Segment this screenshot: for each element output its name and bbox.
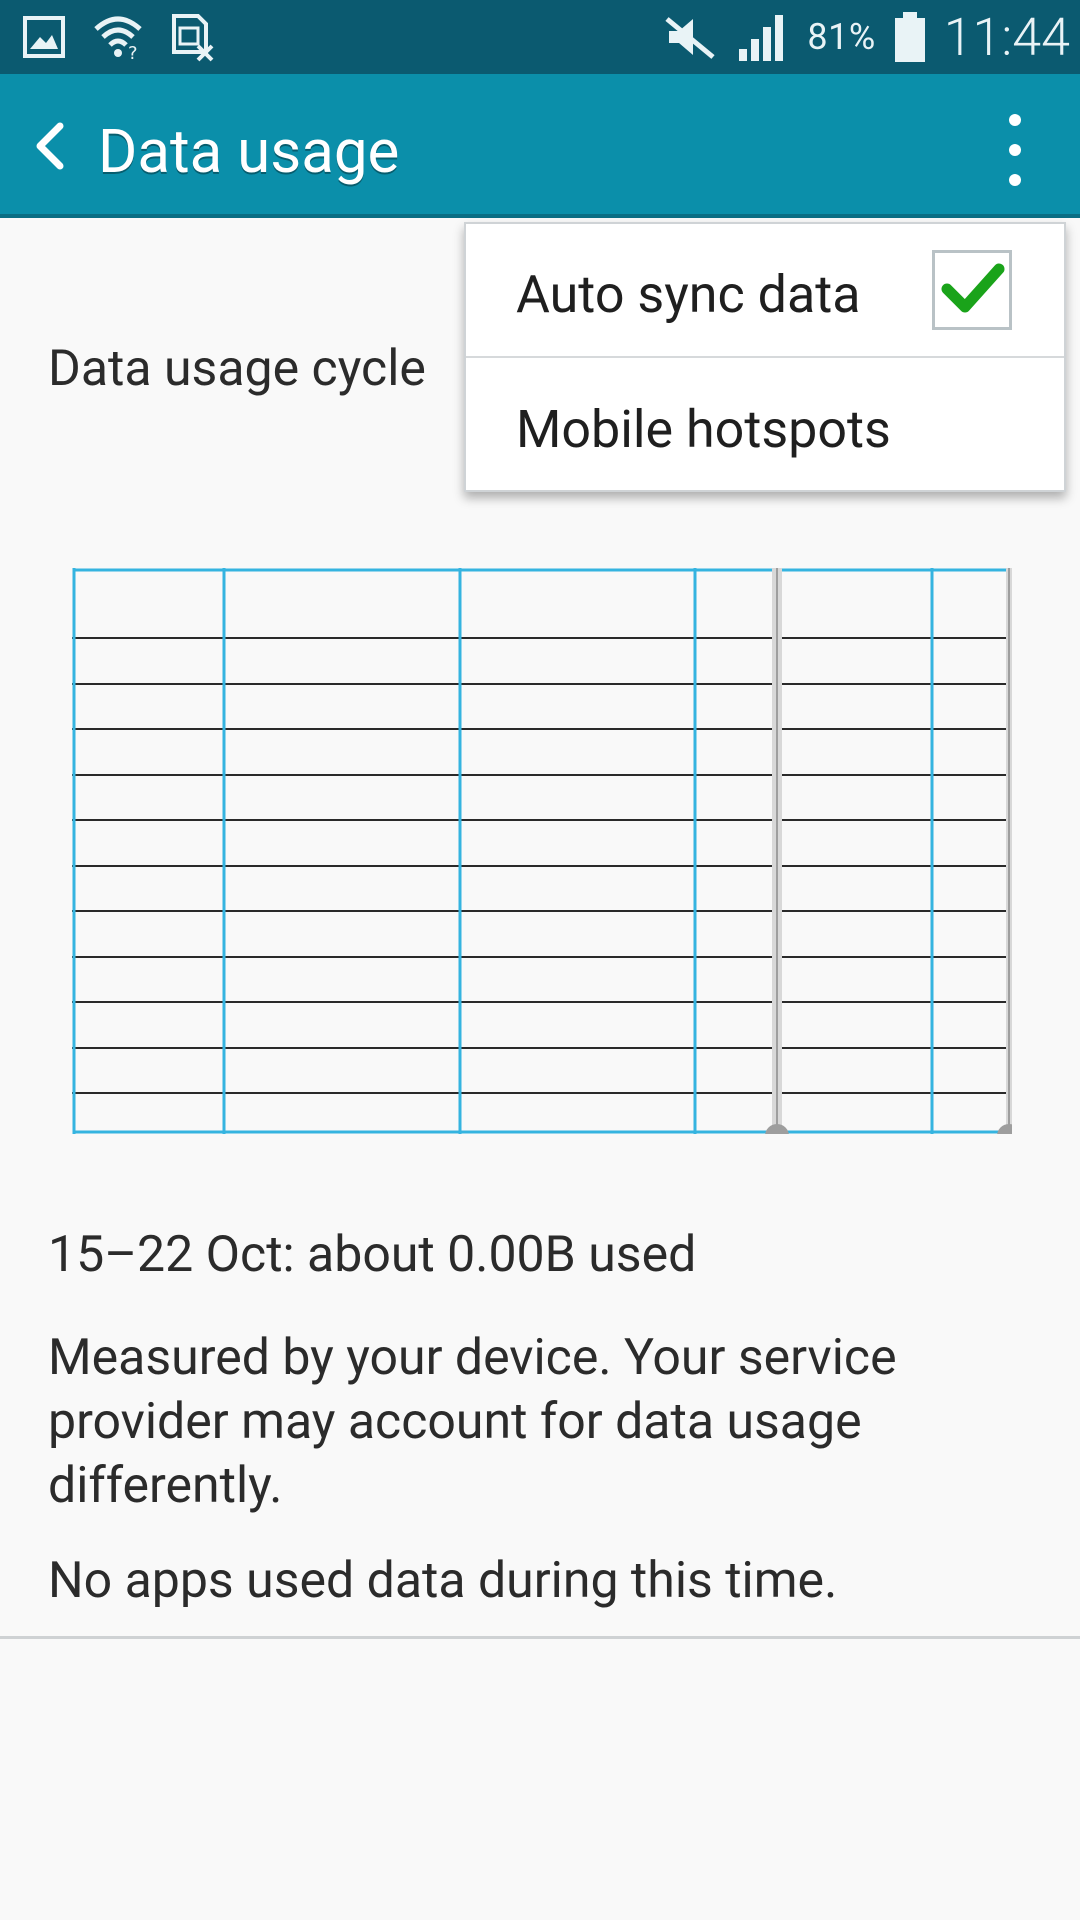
menu-item-mobile-hotspots[interactable]: Mobile hotspots (466, 359, 1064, 493)
gallery-icon (23, 16, 65, 58)
wifi-question-icon: ? (94, 16, 142, 61)
no-apps-text: No apps used data during this time. (48, 1552, 838, 1610)
status-bar: ? 81% 11:44 (0, 0, 1080, 74)
cycle-start-handle[interactable] (765, 568, 789, 1134)
divider (0, 1636, 1080, 1639)
overflow-menu-icon[interactable] (1000, 110, 1030, 190)
battery-percent: 81% (807, 16, 876, 58)
overflow-menu: Auto sync data Mobile hotspots (464, 222, 1066, 492)
chart-vertical-grid (72, 568, 934, 1134)
usage-summary: 15–22 Oct: about 0.00B used (48, 1226, 697, 1284)
no-sim-icon (172, 14, 214, 62)
chart-horizontal-grid (72, 637, 1012, 1094)
data-usage-chart[interactable] (72, 568, 1012, 1134)
data-usage-cycle-label[interactable]: Data usage cycle (48, 340, 426, 398)
measurement-note: Measured by your device. Your service pr… (48, 1329, 897, 1515)
page-title: Data usage (98, 116, 400, 187)
menu-item-label: Auto sync data (516, 264, 861, 325)
menu-item-auto-sync[interactable]: Auto sync data (466, 224, 1064, 358)
battery-icon (894, 12, 925, 62)
menu-item-label: Mobile hotspots (516, 399, 891, 460)
mute-icon (665, 17, 715, 59)
checkmark-icon (941, 263, 1005, 313)
app-bar: Data usage (0, 74, 1080, 218)
auto-sync-checkbox[interactable] (932, 250, 1012, 330)
status-time: 11:44 (943, 6, 1070, 68)
cycle-end-handle[interactable] (997, 568, 1012, 1134)
signal-icon (739, 15, 784, 61)
back-chevron-icon[interactable] (22, 116, 82, 176)
svg-text:?: ? (128, 43, 138, 61)
